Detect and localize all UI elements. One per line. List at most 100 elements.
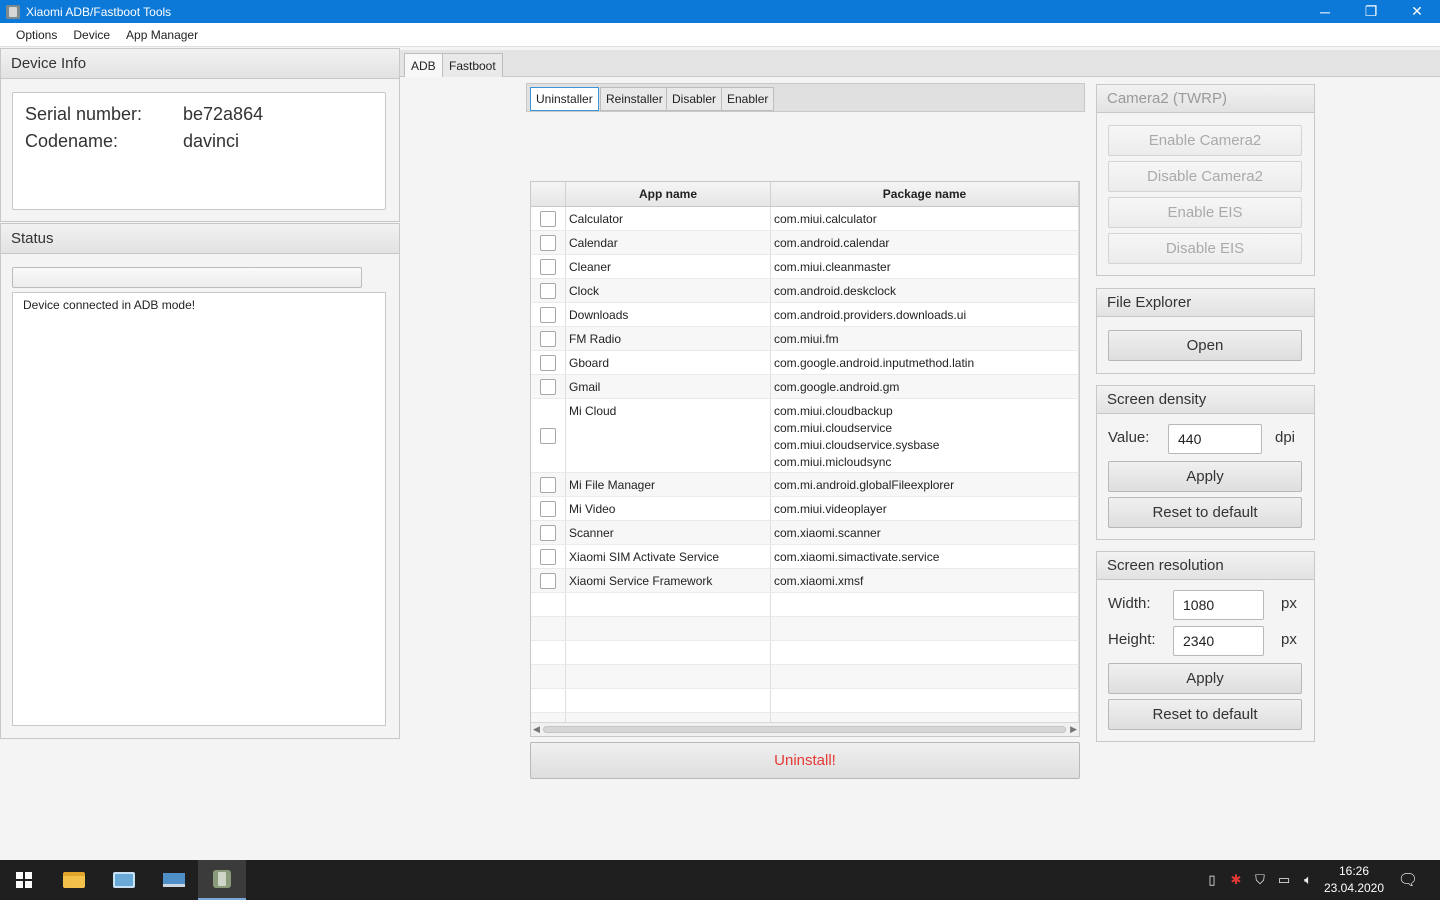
status-header: Status bbox=[1, 224, 399, 254]
app-name-cell: Calculator bbox=[566, 207, 771, 230]
row-checkbox[interactable] bbox=[540, 306, 556, 323]
row-checkbox[interactable] bbox=[540, 524, 556, 541]
table-row[interactable]: Calendar com.android.calendar bbox=[531, 231, 1079, 255]
header-app-name[interactable]: App name bbox=[566, 182, 771, 206]
package-name: com.miui.fm bbox=[774, 332, 839, 346]
select-cell bbox=[531, 545, 566, 568]
table-row[interactable]: Scanner com.xiaomi.scanner bbox=[531, 521, 1079, 545]
disable-eis-button[interactable]: Disable EIS bbox=[1108, 233, 1302, 264]
uninstall-button[interactable]: Uninstall! bbox=[530, 742, 1080, 779]
menu-bar: Options Device App Manager bbox=[0, 23, 1440, 47]
density-input[interactable]: 440 bbox=[1168, 424, 1262, 454]
table-row[interactable]: Xiaomi SIM Activate Service com.xiaomi.si… bbox=[531, 545, 1079, 569]
tab-fastboot[interactable]: Fastboot bbox=[442, 53, 503, 77]
resolution-reset-button[interactable]: Reset to default bbox=[1108, 699, 1302, 730]
height-input[interactable]: 2340 bbox=[1173, 626, 1264, 656]
app-name-cell: Scanner bbox=[566, 521, 771, 544]
density-reset-button[interactable]: Reset to default bbox=[1108, 497, 1302, 528]
tab-disabler[interactable]: Disabler bbox=[666, 87, 723, 111]
minimize-button[interactable]: ─ bbox=[1302, 0, 1348, 23]
select-cell bbox=[531, 569, 566, 592]
enable-eis-button[interactable]: Enable EIS bbox=[1108, 197, 1302, 228]
clock-date: 23.04.2020 bbox=[1323, 881, 1385, 895]
app-name-cell: Clock bbox=[566, 279, 771, 302]
xiaomi-tools-icon bbox=[213, 870, 231, 888]
enable-camera2-button[interactable]: Enable Camera2 bbox=[1108, 125, 1302, 156]
table-row[interactable]: Cleaner com.miui.cleanmaster bbox=[531, 255, 1079, 279]
taskbar-this-pc[interactable] bbox=[150, 860, 198, 900]
tab-reinstaller[interactable]: Reinstaller bbox=[600, 87, 669, 111]
security-shield-icon[interactable]: ⛉ bbox=[1248, 860, 1272, 900]
volume-icon[interactable]: 🔈︎ bbox=[1296, 860, 1320, 900]
row-checkbox[interactable] bbox=[540, 572, 556, 589]
close-button[interactable]: ✕ bbox=[1394, 0, 1440, 23]
screen-density-header: Screen density bbox=[1097, 386, 1314, 414]
empty-cell bbox=[771, 617, 1079, 640]
app-name-cell: Downloads bbox=[566, 303, 771, 326]
start-button[interactable] bbox=[0, 860, 48, 900]
codename-value: davinci bbox=[183, 131, 240, 151]
table-row[interactable]: Mi Cloud com.miui.cloudbackup com.miui.clo… bbox=[531, 399, 1079, 473]
row-checkbox[interactable] bbox=[540, 378, 556, 395]
row-checkbox[interactable] bbox=[540, 330, 556, 347]
app-name-cell: Calendar bbox=[566, 231, 771, 254]
row-checkbox[interactable] bbox=[540, 548, 556, 565]
serial-label: Serial number: bbox=[25, 104, 143, 124]
table-row[interactable]: Calculator com.miui.calculator bbox=[531, 207, 1079, 231]
taskbar-app-window[interactable] bbox=[100, 860, 148, 900]
empty-cell bbox=[531, 617, 566, 640]
menu-options[interactable]: Options bbox=[8, 28, 65, 42]
tab-enabler[interactable]: Enabler bbox=[721, 87, 775, 111]
scroll-left-icon[interactable]: ◀ bbox=[533, 723, 540, 736]
taskbar-file-explorer[interactable] bbox=[50, 860, 98, 900]
row-checkbox[interactable] bbox=[540, 282, 556, 299]
disable-camera2-button[interactable]: Disable Camera2 bbox=[1108, 161, 1302, 192]
horizontal-scrollbar[interactable]: ◀ ▶ bbox=[531, 722, 1079, 736]
serial-value: be72a864 bbox=[183, 104, 264, 124]
empty-cell bbox=[566, 665, 771, 688]
row-checkbox[interactable] bbox=[540, 427, 556, 444]
status-log[interactable]: Device connected in ADB mode! bbox=[12, 292, 386, 726]
scrollbar-thumb[interactable] bbox=[543, 726, 1066, 733]
row-checkbox[interactable] bbox=[540, 476, 556, 493]
row-checkbox[interactable] bbox=[540, 234, 556, 251]
package-name: com.miui.cloudservice.sysbase bbox=[774, 438, 940, 452]
notification-center-icon[interactable]: 🗨︎ bbox=[1394, 860, 1422, 900]
progress-bar bbox=[12, 267, 362, 288]
package-name-cell: com.miui.cleanmaster bbox=[771, 255, 1079, 278]
table-row[interactable]: Gboard com.google.android.inputmethod.lat… bbox=[531, 351, 1079, 375]
density-apply-button[interactable]: Apply bbox=[1108, 461, 1302, 492]
taskbar-xiaomi-tools[interactable] bbox=[198, 860, 246, 900]
menu-app-manager[interactable]: App Manager bbox=[118, 28, 206, 42]
resolution-apply-button[interactable]: Apply bbox=[1108, 663, 1302, 694]
table-header: App name Package name bbox=[531, 182, 1079, 207]
table-row[interactable]: Mi Video com.miui.videoplayer bbox=[531, 497, 1079, 521]
table-row[interactable]: Clock com.android.deskclock bbox=[531, 279, 1079, 303]
row-checkbox[interactable] bbox=[540, 500, 556, 517]
empty-cell bbox=[771, 665, 1079, 688]
table-row[interactable]: Xiaomi Service Framework com.xiaomi.xmsf bbox=[531, 569, 1079, 593]
usb-icon[interactable]: ▯ bbox=[1200, 860, 1224, 900]
tab-uninstaller[interactable]: Uninstaller bbox=[530, 87, 599, 111]
maximize-button[interactable]: ❐ bbox=[1348, 0, 1394, 23]
network-icon[interactable]: ▭ bbox=[1272, 860, 1296, 900]
row-checkbox[interactable] bbox=[540, 258, 556, 275]
package-name: com.android.providers.downloads.ui bbox=[774, 308, 967, 322]
table-row[interactable]: FM Radio com.miui.fm bbox=[531, 327, 1079, 351]
package-name-cell: com.android.calendar bbox=[771, 231, 1079, 254]
select-cell bbox=[531, 303, 566, 326]
header-package-name[interactable]: Package name bbox=[771, 182, 1079, 206]
antivirus-icon[interactable]: ✱ bbox=[1224, 860, 1248, 900]
taskbar-clock[interactable]: 16:26 23.04.2020 bbox=[1318, 860, 1390, 900]
table-row[interactable]: Gmail com.google.android.gm bbox=[531, 375, 1079, 399]
width-input[interactable]: 1080 bbox=[1173, 590, 1264, 620]
tab-adb[interactable]: ADB bbox=[404, 53, 443, 77]
scroll-right-icon[interactable]: ▶ bbox=[1070, 723, 1077, 736]
table-row[interactable]: Mi File Manager com.mi.android.globalFile… bbox=[531, 473, 1079, 497]
open-file-explorer-button[interactable]: Open bbox=[1108, 330, 1302, 361]
sub-tab-bar: Uninstaller Reinstaller Disabler Enabler bbox=[526, 83, 1085, 112]
row-checkbox[interactable] bbox=[540, 354, 556, 371]
table-row[interactable]: Downloads com.android.providers.downloads… bbox=[531, 303, 1079, 327]
row-checkbox[interactable] bbox=[540, 210, 556, 227]
menu-device[interactable]: Device bbox=[65, 28, 118, 42]
